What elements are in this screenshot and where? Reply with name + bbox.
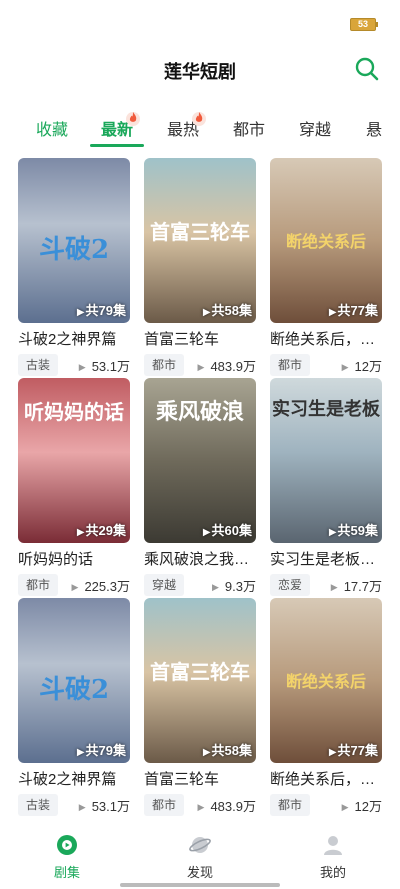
episode-count: 共77集 bbox=[329, 740, 378, 759]
view-count: 17.7万 bbox=[331, 576, 382, 595]
view-count: 9.3万 bbox=[212, 576, 256, 595]
flame-icon bbox=[126, 112, 140, 126]
drama-card[interactable]: 斗破2 共79集 斗破2之神界篇 古装 53.1万 bbox=[18, 158, 130, 376]
genre-tag: 都市 bbox=[270, 354, 311, 376]
nav-item-episodes[interactable]: 剧集 bbox=[37, 834, 97, 881]
episode-count: 共58集 bbox=[203, 740, 252, 759]
drama-poster[interactable]: 听妈妈的话 共29集 bbox=[18, 378, 130, 543]
episode-count: 共60集 bbox=[203, 520, 252, 539]
poster-title-art: 首富三轮车 bbox=[150, 220, 250, 244]
episode-count: 共58集 bbox=[203, 300, 252, 319]
drama-poster[interactable]: 断绝关系后 共77集 bbox=[270, 598, 382, 763]
drama-title[interactable]: 实习生是老板… bbox=[270, 548, 382, 569]
genre-tag: 都市 bbox=[270, 794, 311, 816]
nav-item-discover[interactable]: 发现 bbox=[170, 834, 230, 881]
poster-title-art: 听妈妈的话 bbox=[24, 400, 124, 424]
search-icon[interactable] bbox=[354, 56, 380, 82]
tab-time-travel[interactable]: 穿越 bbox=[299, 116, 331, 140]
drama-title[interactable]: 听妈妈的话 bbox=[18, 548, 130, 569]
planet-icon bbox=[189, 837, 211, 853]
view-count: 12万 bbox=[342, 796, 382, 815]
genre-tag: 都市 bbox=[144, 794, 185, 816]
drama-card[interactable]: 实习生是老板 共59集 实习生是老板… 恋爱 17.7万 bbox=[270, 378, 382, 596]
episode-count: 共59集 bbox=[329, 520, 378, 539]
episode-count: 共79集 bbox=[77, 300, 126, 319]
play-circle-icon bbox=[57, 835, 77, 855]
nav-item-profile[interactable]: 我的 bbox=[303, 834, 363, 881]
drama-title[interactable]: 首富三轮车 bbox=[144, 328, 256, 349]
drama-poster[interactable]: 断绝关系后 共77集 bbox=[270, 158, 382, 323]
battery-icon: 53 bbox=[350, 18, 378, 31]
episode-count: 共79集 bbox=[77, 740, 126, 759]
bottom-nav: 剧集 发现 我的 bbox=[0, 826, 400, 889]
user-icon bbox=[324, 836, 342, 855]
nav-label: 我的 bbox=[319, 865, 346, 880]
view-count: 12万 bbox=[342, 356, 382, 375]
drama-card[interactable]: 斗破2 共79集 斗破2之神界篇 古装 53.1万 bbox=[18, 598, 130, 816]
nav-label: 发现 bbox=[186, 865, 213, 880]
page-title: 莲华短剧 bbox=[164, 62, 236, 82]
view-count: 225.3万 bbox=[72, 576, 130, 595]
tab-favorites[interactable]: 收藏 bbox=[36, 116, 68, 140]
drama-card[interactable]: 首富三轮车 共58集 首富三轮车 都市 483.9万 bbox=[144, 598, 256, 816]
view-count: 53.1万 bbox=[79, 796, 130, 815]
drama-poster[interactable]: 实习生是老板 共59集 bbox=[270, 378, 382, 543]
status-bar: 53 bbox=[0, 0, 400, 34]
category-tabs: 收藏 最新 最热 都市 穿越 悬 bbox=[0, 110, 400, 150]
drama-poster[interactable]: 乘风破浪 共60集 bbox=[144, 378, 256, 543]
drama-poster[interactable]: 斗破2 共79集 bbox=[18, 598, 130, 763]
tab-suspense[interactable]: 悬 bbox=[366, 116, 382, 140]
drama-title[interactable]: 断绝关系后，… bbox=[270, 768, 382, 789]
view-count: 483.9万 bbox=[198, 796, 256, 815]
nav-label: 剧集 bbox=[53, 865, 80, 880]
drama-title[interactable]: 乘风破浪之我… bbox=[144, 548, 256, 569]
drama-poster[interactable]: 斗破2 共79集 bbox=[18, 158, 130, 323]
genre-tag: 穿越 bbox=[144, 574, 185, 596]
drama-card[interactable]: 乘风破浪 共60集 乘风破浪之我… 穿越 9.3万 bbox=[144, 378, 256, 596]
poster-title-art: 断绝关系后 bbox=[285, 672, 366, 691]
genre-tag: 古装 bbox=[18, 794, 59, 816]
genre-tag: 恋爱 bbox=[270, 574, 311, 596]
view-count: 53.1万 bbox=[79, 356, 130, 375]
drama-poster[interactable]: 首富三轮车 共58集 bbox=[144, 598, 256, 763]
home-indicator[interactable] bbox=[120, 883, 280, 887]
drama-card[interactable]: 断绝关系后 共77集 断绝关系后，… 都市 12万 bbox=[270, 158, 382, 376]
episode-count: 共77集 bbox=[329, 300, 378, 319]
drama-card[interactable]: 听妈妈的话 共29集 听妈妈的话 都市 225.3万 bbox=[18, 378, 130, 596]
poster-title-art: 斗破2 bbox=[38, 675, 110, 705]
poster-title-art: 乘风破浪 bbox=[155, 399, 244, 425]
episode-count: 共29集 bbox=[77, 520, 126, 539]
drama-title[interactable]: 斗破2之神界篇 bbox=[18, 768, 130, 789]
drama-title[interactable]: 首富三轮车 bbox=[144, 768, 256, 789]
flame-icon bbox=[192, 112, 206, 126]
drama-title[interactable]: 斗破2之神界篇 bbox=[18, 328, 130, 349]
drama-poster[interactable]: 首富三轮车 共58集 bbox=[144, 158, 256, 323]
tab-active-indicator bbox=[90, 144, 144, 147]
drama-card[interactable]: 首富三轮车 共58集 首富三轮车 都市 483.9万 bbox=[144, 158, 256, 376]
poster-title-art: 首富三轮车 bbox=[150, 660, 250, 684]
app-header: 莲华短剧 bbox=[0, 48, 400, 88]
genre-tag: 古装 bbox=[18, 354, 59, 376]
drama-title[interactable]: 断绝关系后，… bbox=[270, 328, 382, 349]
genre-tag: 都市 bbox=[144, 354, 185, 376]
poster-title-art: 斗破2 bbox=[38, 235, 110, 265]
tab-city[interactable]: 都市 bbox=[233, 116, 265, 140]
view-count: 483.9万 bbox=[198, 356, 256, 375]
drama-card[interactable]: 断绝关系后 共77集 断绝关系后，… 都市 12万 bbox=[270, 598, 382, 816]
poster-title-art: 实习生是老板 bbox=[272, 399, 380, 420]
genre-tag: 都市 bbox=[18, 574, 59, 596]
poster-title-art: 断绝关系后 bbox=[285, 232, 366, 251]
